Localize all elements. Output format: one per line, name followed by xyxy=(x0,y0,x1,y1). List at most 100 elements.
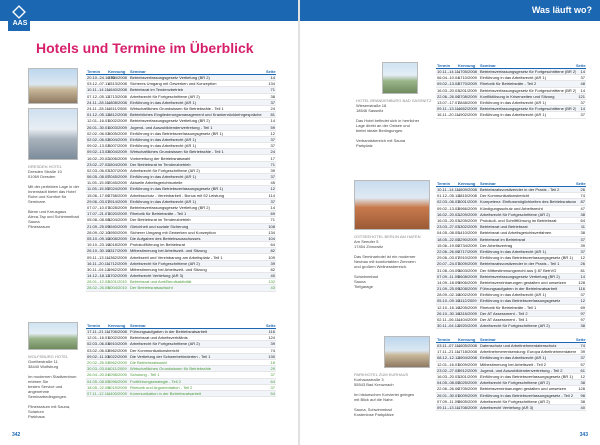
table-cell: 3603/2009 xyxy=(458,267,477,273)
table-cell: 37 xyxy=(580,292,585,298)
table-cell: Der Kommunikationsbericht xyxy=(130,347,180,353)
table-cell: Arbeitsschutz - Vereinbarkeit - Bonus mi… xyxy=(130,192,225,198)
table-cell: 97 xyxy=(580,310,585,316)
table-cell: Betriebsrat und Arbeitsverhältnis xyxy=(130,335,188,341)
hotel-info-line: Tiefgarage xyxy=(354,284,373,289)
table-cell: 130 xyxy=(268,353,275,359)
table-cell: 40 xyxy=(580,404,585,410)
table-cell: 2758/2009 xyxy=(108,192,127,198)
table-cell: 14 xyxy=(270,75,275,81)
table-cell: 09.02.-11.03. xyxy=(87,353,111,359)
table-cell: 26.10.-30.10. xyxy=(437,310,461,316)
hotel-info-line: Kostenlose Parkplätze xyxy=(354,412,394,417)
table-cell: 10.11.-14.11. xyxy=(87,87,110,93)
table-cell: 98 xyxy=(580,392,585,398)
table-cell: 64 xyxy=(270,242,275,248)
table-cell: 04.05.-08.05. xyxy=(437,380,461,386)
table-cell: 05.10.-09.10. xyxy=(87,235,111,241)
hotel-info: Wolfsburg Hotel Goethestraße 11 38440 Wolf… xyxy=(28,354,82,419)
table-cell: 37 xyxy=(270,198,275,204)
table-cell: 30.03.-03.04. xyxy=(87,366,111,372)
table-cell: 3204/2009 xyxy=(108,217,127,223)
table-cell: 39 xyxy=(270,167,275,173)
table-cell: 2024/2009 xyxy=(108,186,127,192)
table-cell: 1307/2009 xyxy=(108,167,127,173)
table-cell: 12 xyxy=(270,186,275,192)
table-cell: 2290/2009 xyxy=(458,236,477,242)
table-row[interactable]: 07.11.-12.11. 4400/2009 Kommunikation in d… xyxy=(86,390,276,398)
table-cell: Der Arbeitsvertrag xyxy=(480,242,513,248)
table-cell: 4705/2008 xyxy=(458,69,477,75)
table-cell: Aktuelle Arbeitsgerichtsurteile xyxy=(130,180,183,186)
table-cell: 2096/2009 xyxy=(108,378,127,384)
table-cell: 17 xyxy=(270,155,275,161)
table-cell: 22.06.-26.06. xyxy=(437,386,461,392)
hotel-photo xyxy=(28,322,78,350)
table-cell: 57 xyxy=(580,361,585,367)
table-cell: 26.01.-30.01. xyxy=(437,392,461,398)
table-row[interactable]: 09.11.-13.11. 4708/2009 Arbeitsrecht Verti… xyxy=(436,404,586,412)
hotel-info-line: Alexa-Tap und Schimmelbad Sauna xyxy=(28,214,79,224)
table-cell: 15.06.-19.06. xyxy=(437,242,461,248)
table-cell: Arbeitsrecht für Fortgeschrittene (AR 2) xyxy=(480,211,550,217)
table-cell: 2717/2009 xyxy=(458,248,477,254)
table-cell: 71 xyxy=(270,217,275,223)
table-cell: 37 xyxy=(270,143,275,149)
table-cell: 14 xyxy=(270,205,275,211)
table-cell: 114 xyxy=(268,192,275,198)
table-cell: 16.11.-20.11. xyxy=(87,260,110,266)
table-header: Termin Kennung Seminar Seite xyxy=(436,62,586,69)
table-cell: 16.02.-20.02. xyxy=(87,155,111,161)
hotel-photo xyxy=(382,62,418,94)
table-cell: 2098/2009 xyxy=(108,372,127,378)
hotel-info-line: Fitnessraum mit Sauna, Solarium xyxy=(28,404,71,414)
table-cell: 4904/2008 xyxy=(458,355,477,361)
table-row[interactable]: 30.11.-04.12. 4920/2009 Arbeitsrecht für F… xyxy=(436,323,586,330)
table-cell: Betriebsrat und Betriebsrat xyxy=(480,224,528,230)
table-cell: 07.11.-12.11. xyxy=(87,390,110,396)
table-cell: Betriebsverfassungsgesetz Vertiefung (BR… xyxy=(130,118,210,124)
table-cell: 3950/2009 xyxy=(108,229,127,235)
table-cell: Wirtschaftliches Grundwissen für Betrieb… xyxy=(130,366,211,372)
table-cell: 04.05.-08.05. xyxy=(87,378,111,384)
table-cell: 16.02.-20.02. xyxy=(437,211,461,217)
table-cell: 19.10.-23.10. xyxy=(87,242,111,248)
table-cell: 124 xyxy=(268,335,275,341)
table-cell: 128 xyxy=(578,386,585,392)
table-cell: 3940/2009 xyxy=(108,223,127,229)
table-cell: 116 xyxy=(268,329,275,335)
column-header-seite: Seite xyxy=(576,336,586,342)
table-cell: Betriebsverfassungsgesetz Vertiefung (BR… xyxy=(480,273,560,279)
table-cell: 74 xyxy=(580,193,585,199)
table-cell: 1302/2009 xyxy=(458,224,477,230)
table-cell: 121 xyxy=(578,93,585,99)
table-cell: Rhetorik für Betriebsräte - Teil 1 xyxy=(480,304,537,310)
table-cell: Einführung in das Arbeitsrecht (AR 1) xyxy=(480,292,547,298)
table-cell: 29.06.-03.07. xyxy=(87,198,111,204)
table-cell: 4317/2009 xyxy=(108,248,127,254)
table-cell: 11.05.-15.05. xyxy=(87,180,111,186)
table-cell: Führungsaufgaben in der Betriebsratsarbe… xyxy=(130,329,208,335)
table-cell: 4404/2009 xyxy=(458,317,477,323)
table-cell: Die Aufgaben des Betriebsausschusses xyxy=(130,235,201,241)
column-header-kennung: Kennung xyxy=(458,336,476,342)
table-cell: 12.01.-16.01. xyxy=(87,335,111,341)
table-cell: Einführung in das Arbeitsrecht (AR 1) xyxy=(130,198,197,204)
table-cell: Schulung - Teil 1 xyxy=(130,372,160,378)
table-row[interactable]: 16.11.-20.11. 4902/2009 Einführung in das … xyxy=(436,112,586,119)
table-cell: 26 xyxy=(580,187,585,193)
table-row[interactable]: 28.02.-26.05. 0004/2010 Der Betriebsratsau… xyxy=(86,285,276,292)
table-cell: 30.11.-04.12. xyxy=(437,323,461,329)
table-cell: 09.02.-13.02. xyxy=(87,149,111,155)
table-cell: 24.11.-28.11. xyxy=(87,106,110,112)
column-header-seite: Seite xyxy=(266,322,276,328)
table-cell: Arbeitsrecht Vertiefung (AR 3) xyxy=(130,273,184,279)
table-cell: Datenschutz und Arbeitnehmerdatenschutz xyxy=(480,343,557,349)
column-header-termin: Termin xyxy=(437,336,451,342)
table-cell: 54 xyxy=(270,390,275,396)
table-cell: 2708/2009 xyxy=(458,93,477,99)
table-cell: 09.02.-13.02. xyxy=(437,81,461,87)
table-cell: 26.04.-20.04. xyxy=(87,372,111,378)
table-cell: 14 xyxy=(580,273,585,279)
table-cell: 69 xyxy=(270,211,275,217)
